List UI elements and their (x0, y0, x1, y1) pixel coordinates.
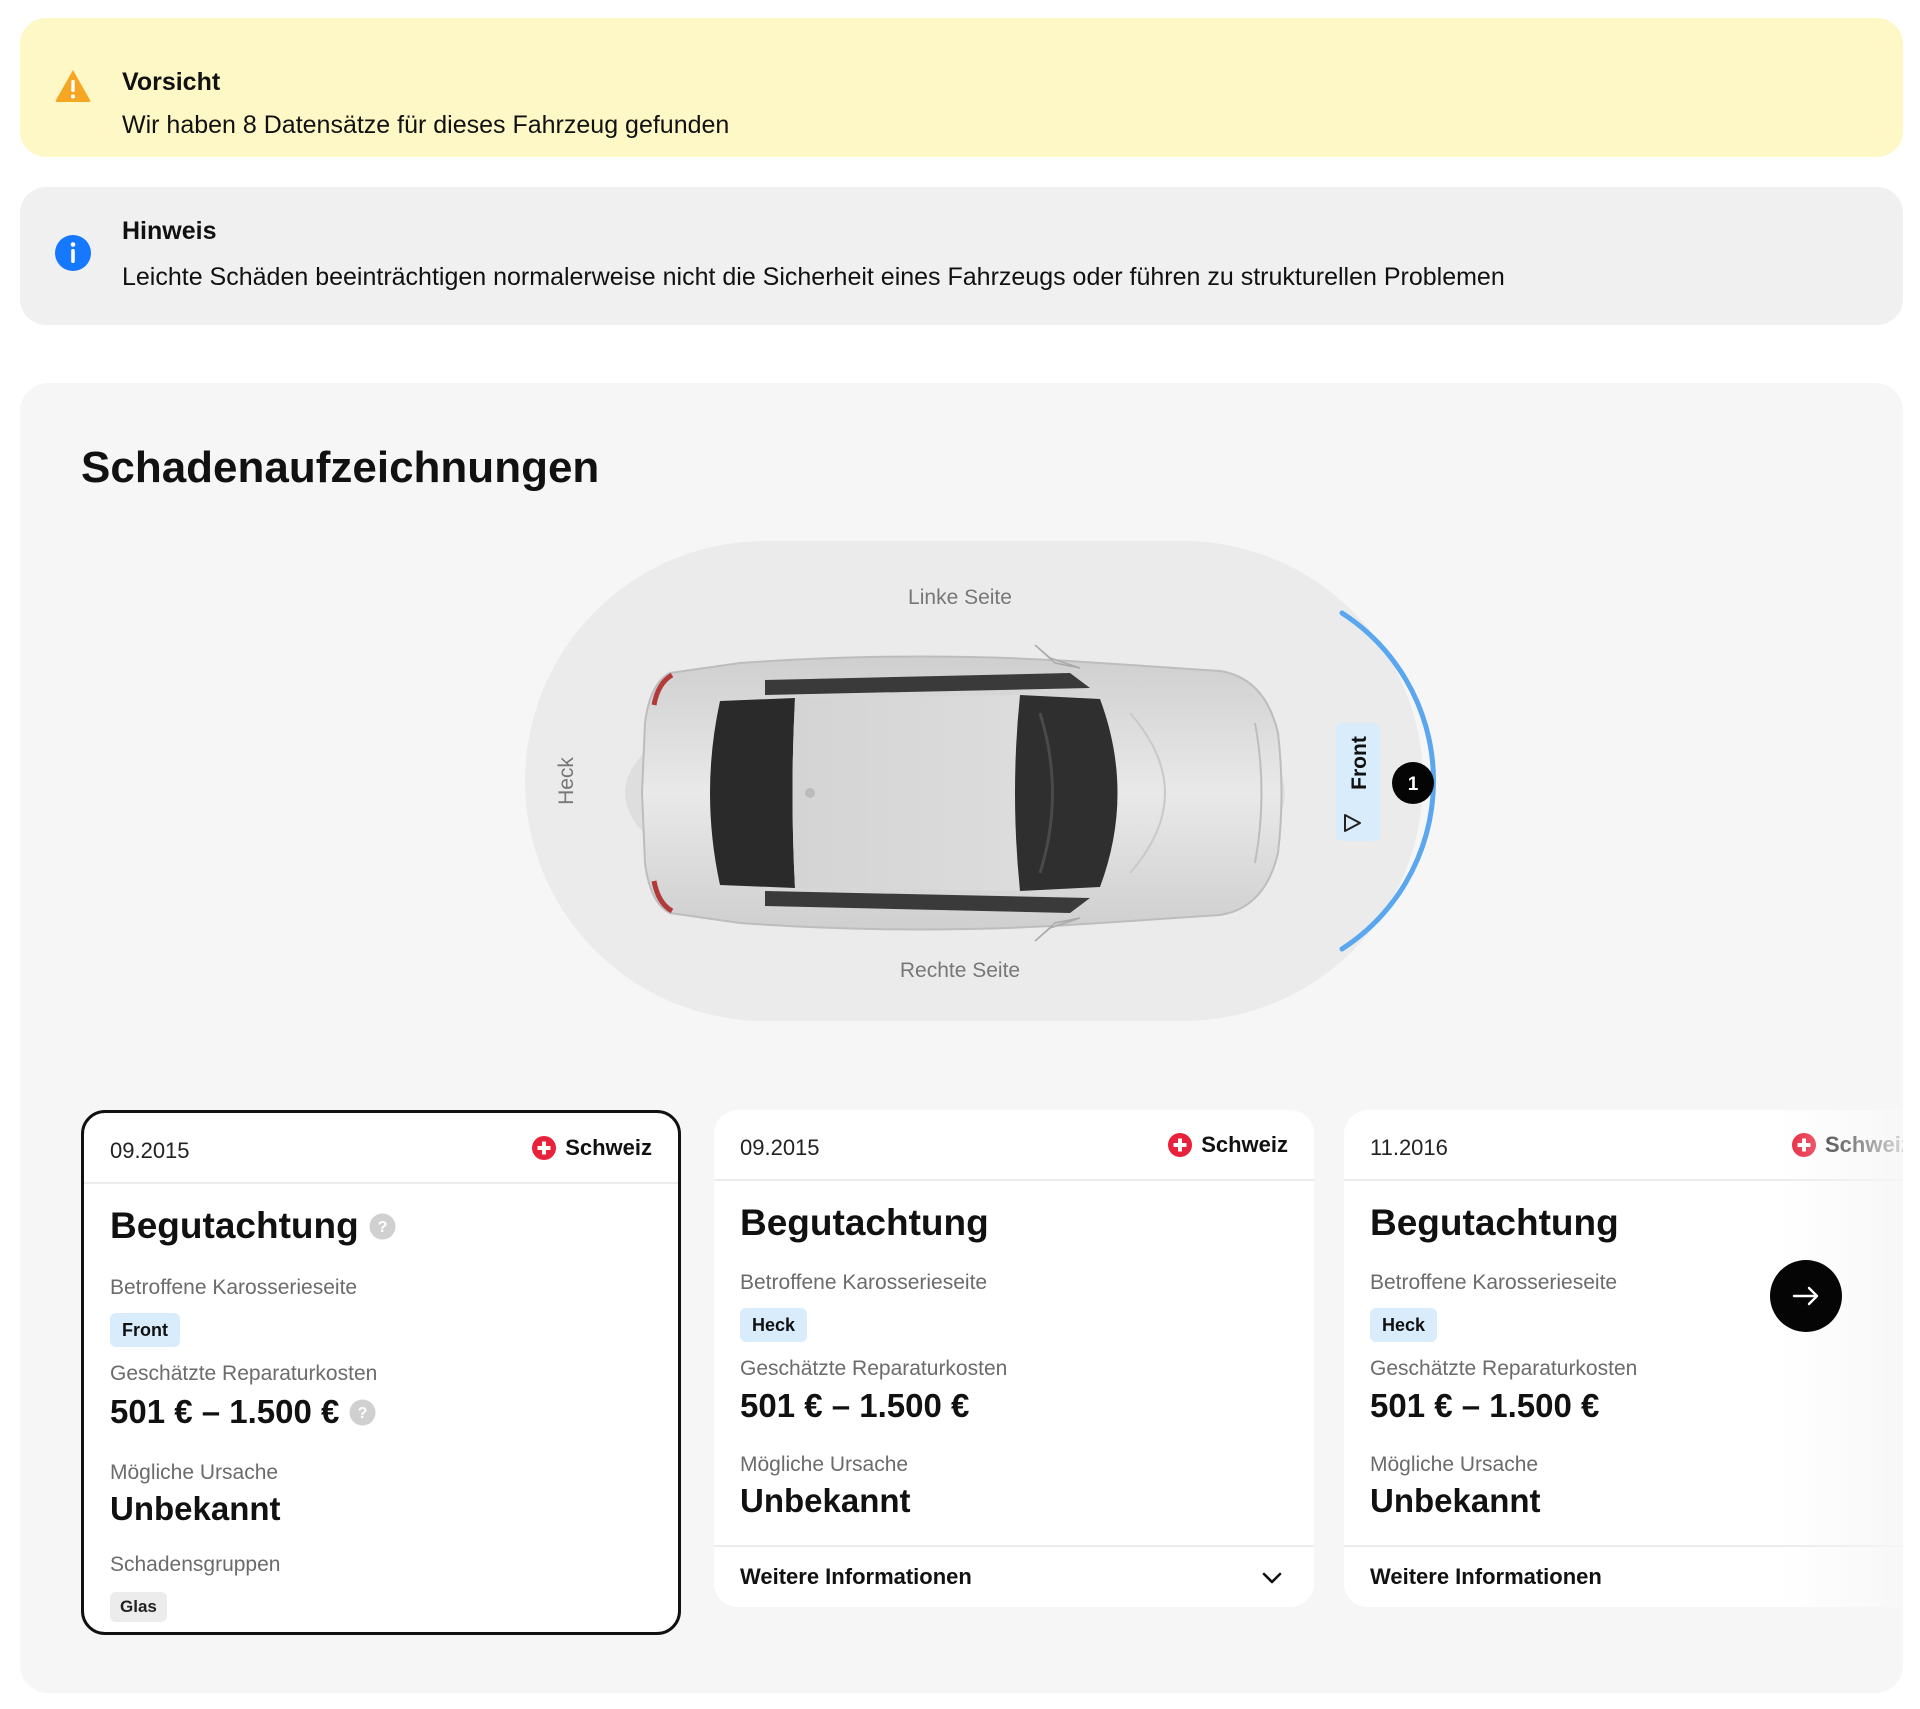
affected-side-badge: Heck (740, 1308, 808, 1342)
car-top-view (640, 644, 1283, 942)
warning-icon (55, 70, 91, 102)
record-title: Begutachtung ? (110, 1205, 396, 1247)
affected-side-label: Betroffene Karosserieseite (740, 1271, 988, 1294)
help-icon[interactable]: ? (369, 1213, 396, 1240)
front-label[interactable]: Front (1336, 723, 1380, 841)
affected-side-label: Betroffene Karosserieseite (1370, 1271, 1618, 1294)
repair-cost-value: 501 € – 1.500 € (740, 1387, 970, 1424)
info-alert: Hinweis Leichte Schäden beeinträchtigen … (20, 187, 1903, 325)
help-icon[interactable]: ? (349, 1399, 376, 1426)
record-title: Begutachtung (1370, 1202, 1619, 1243)
info-title: Hinweis (122, 217, 217, 245)
repair-cost-value: 501 € – 1.500 € ? (110, 1393, 376, 1431)
repair-cost-label: Geschätzte Reparaturkosten (110, 1362, 378, 1385)
chevron-down-icon (1262, 1572, 1282, 1584)
svg-text:1: 1 (1408, 774, 1419, 795)
info-icon (55, 235, 91, 271)
card-header: 11.2016 Schweiz (1344, 1110, 1903, 1181)
affected-side-badge: Front (110, 1313, 180, 1347)
swiss-flag-icon (1168, 1133, 1193, 1157)
damage-record-card[interactable]: 09.2015 Schweiz Begutachtung Betroffene … (714, 1110, 1314, 1607)
right-side-label: Rechte Seite (900, 959, 1020, 982)
card-header: 09.2015 Schweiz (714, 1110, 1314, 1181)
carousel-next-button[interactable] (1770, 1260, 1842, 1332)
left-side-label: Linke Seite (908, 586, 1012, 609)
swiss-flag-icon (1792, 1133, 1816, 1157)
more-info-toggle[interactable]: Weitere Informationen (714, 1545, 1314, 1607)
cause-value: Unbekannt (740, 1482, 911, 1519)
swiss-flag-icon (532, 1136, 557, 1160)
damage-record-card[interactable]: 09.2015 Schweiz Begutachtung ? Betroffen… (81, 1110, 681, 1635)
svg-text:?: ? (377, 1219, 387, 1236)
damage-records-carousel: 09.2015 Schweiz Begutachtung ? Betroffen… (81, 1110, 1903, 1660)
repair-cost-label: Geschätzte Reparaturkosten (740, 1357, 1008, 1380)
warning-alert: Vorsicht Wir haben 8 Datensätze für dies… (20, 18, 1903, 157)
warning-text: Wir haben 8 Datensätze für dieses Fahrze… (122, 111, 730, 139)
affected-side-label: Betroffene Karosserieseite (110, 1276, 358, 1299)
record-date: 09.2015 (740, 1135, 820, 1160)
svg-text:Front: Front (1348, 736, 1371, 790)
affected-side-badge: Heck (1370, 1308, 1438, 1342)
card-header: 09.2015 Schweiz (84, 1113, 678, 1184)
cause-value: Unbekannt (1370, 1482, 1541, 1519)
more-info-label: Weitere Informationen (1370, 1564, 1602, 1589)
svg-text:?: ? (358, 1405, 368, 1422)
info-text: Leichte Schäden beeinträchtigen normaler… (122, 263, 1505, 291)
cause-label: Mögliche Ursache (740, 1453, 909, 1476)
cause-label: Mögliche Ursache (110, 1461, 279, 1484)
cause-label: Mögliche Ursache (1370, 1453, 1539, 1476)
record-country: Schweiz (1167, 1132, 1288, 1158)
rear-label: Heck (555, 757, 578, 805)
warning-title: Vorsicht (122, 68, 221, 96)
record-country: Schweiz (531, 1135, 652, 1161)
damage-groups-label: Schadensgruppen (110, 1553, 281, 1576)
repair-cost-value: 501 € – 1.500 € (1370, 1387, 1600, 1424)
country-label: Schweiz (565, 1135, 652, 1160)
country-label: Schweiz (1825, 1132, 1903, 1157)
repair-cost-label: Geschätzte Reparaturkosten (1370, 1357, 1638, 1380)
damage-group-badge: Glas (110, 1592, 167, 1622)
country-label: Schweiz (1201, 1132, 1288, 1157)
damage-count-marker[interactable]: 1 (1392, 762, 1434, 804)
record-date: 09.2015 (110, 1138, 190, 1163)
record-title-text: Begutachtung (110, 1205, 359, 1246)
more-info-label: Weitere Informationen (740, 1564, 972, 1589)
more-info-toggle[interactable]: Weitere Informationen (1344, 1545, 1903, 1607)
damage-record-card[interactable]: 11.2016 Schweiz Begutachtung Betroffene … (1344, 1110, 1903, 1607)
record-title: Begutachtung (740, 1202, 989, 1243)
record-country: Schweiz (1791, 1132, 1903, 1158)
repair-cost-text: 501 € – 1.500 € (110, 1393, 340, 1430)
damage-records-panel: Schadenaufzeichnungen Linke Seite Rechte… (20, 383, 1903, 1693)
record-date: 11.2016 (1370, 1135, 1448, 1160)
cause-value: Unbekannt (110, 1490, 281, 1527)
arrow-right-icon (1792, 1286, 1819, 1306)
